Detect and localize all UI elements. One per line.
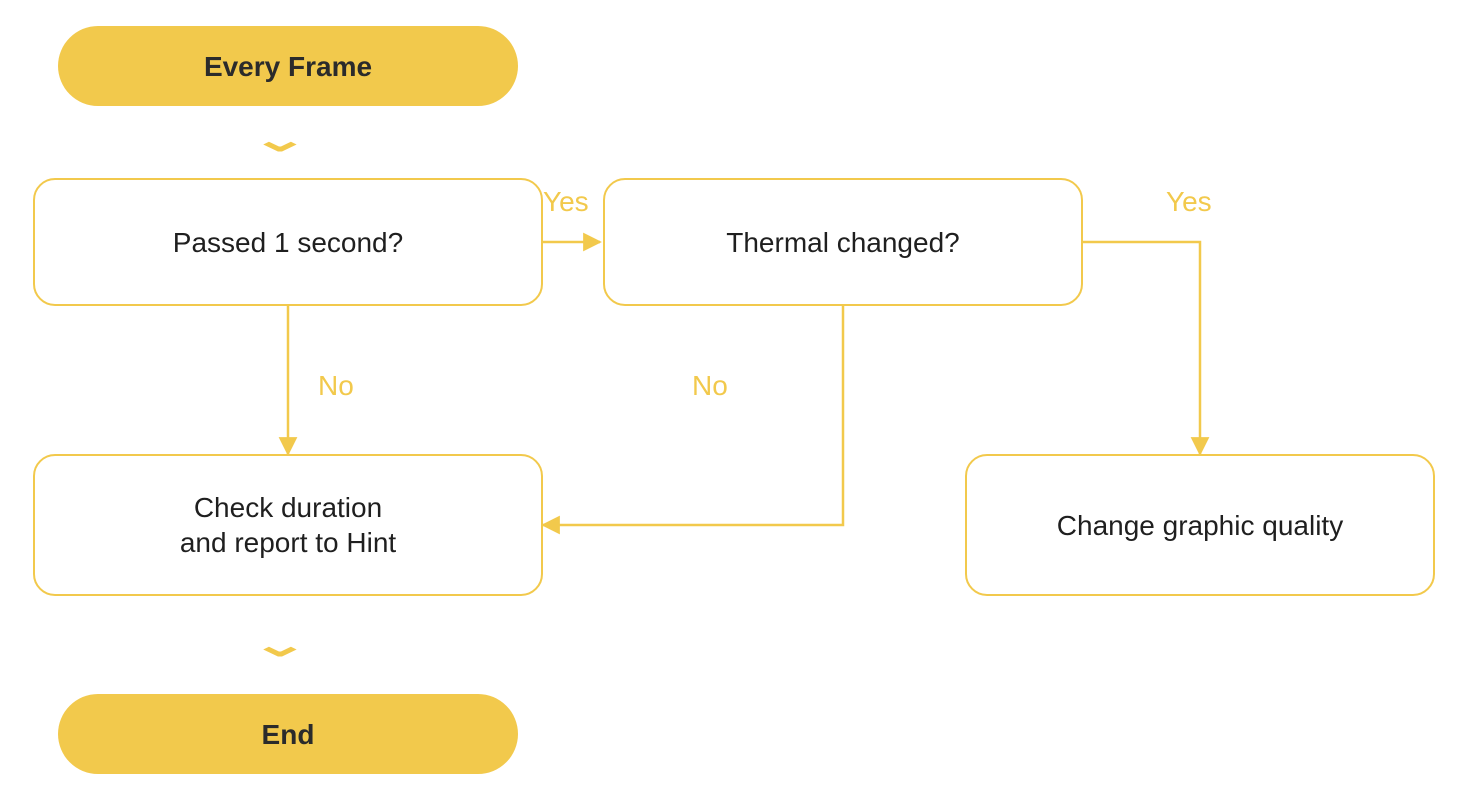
node-label-change-gfx: Change graphic quality [1057, 508, 1343, 543]
chevron-down-icon: ⌄ [250, 121, 309, 160]
chevron-down-icon: ⌄ [250, 626, 309, 665]
edge-thermal-no [543, 306, 843, 525]
edge-label-thermal-no: No [692, 370, 728, 402]
node-label-start: Every Frame [204, 49, 372, 84]
node-label-thermal: Thermal changed? [726, 225, 959, 260]
process-change-graphic-quality: Change graphic quality [965, 454, 1435, 596]
flowchart-edges [0, 0, 1471, 799]
terminator-end: End [58, 694, 518, 774]
node-label-passed1s: Passed 1 second? [173, 225, 403, 260]
node-label-end: End [262, 717, 315, 752]
edge-label-passed1s-yes: Yes [543, 186, 589, 218]
decision-thermal-changed: Thermal changed? [603, 178, 1083, 306]
flowchart-canvas: ⌄ ⌄ Every Frame Passed 1 second? Thermal… [0, 0, 1471, 799]
edge-thermal-yes [1083, 242, 1200, 454]
edge-label-thermal-yes: Yes [1166, 186, 1212, 218]
process-check-duration-report-hint: Check duration and report to Hint [33, 454, 543, 596]
edge-label-passed1s-no: No [318, 370, 354, 402]
decision-passed-1-second: Passed 1 second? [33, 178, 543, 306]
terminator-start: Every Frame [58, 26, 518, 106]
node-label-check-hint: Check duration and report to Hint [180, 490, 396, 560]
